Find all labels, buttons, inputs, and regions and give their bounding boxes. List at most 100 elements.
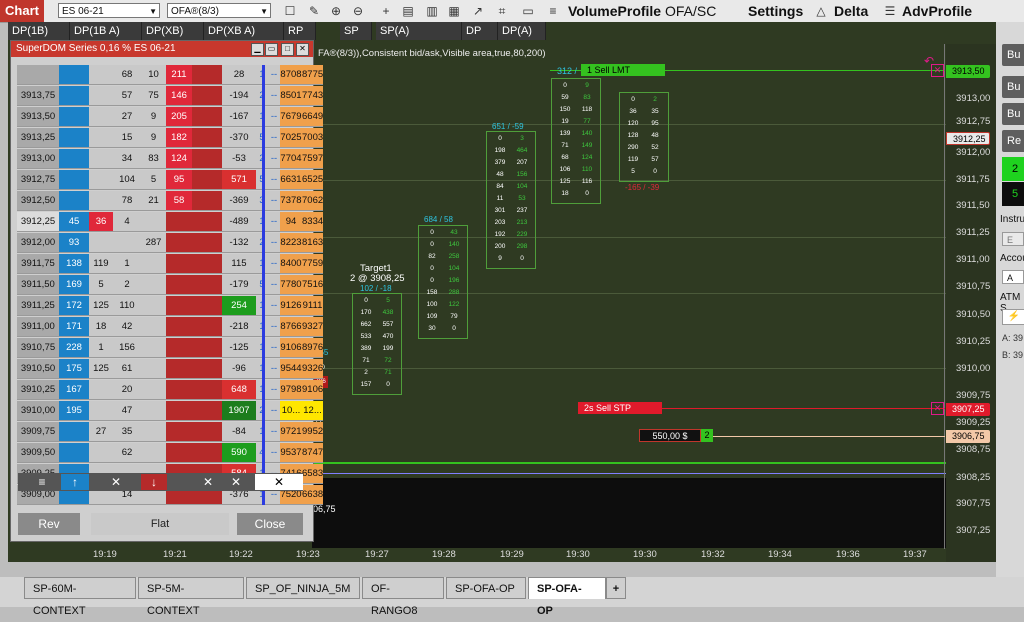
zoom-in-icon[interactable]: ⊕ xyxy=(328,3,344,19)
superdom-cell-sell[interactable]: 182 xyxy=(166,128,192,148)
delta-button[interactable]: Delta xyxy=(834,2,868,20)
superdom-cell-buy[interactable] xyxy=(59,128,89,148)
superdom-cell-blank[interactable] xyxy=(192,443,222,463)
superdom-cell-buy[interactable] xyxy=(59,170,89,190)
superdom-cell-buy[interactable]: 169 xyxy=(59,275,89,295)
superdom-cell-sell[interactable] xyxy=(166,212,192,232)
superdom-row[interactable]: 3911,251721251102541--91269111 xyxy=(17,296,323,317)
tab-sp-ofa-op[interactable]: SP-OFA-OP xyxy=(446,577,526,599)
superdom-row[interactable]: 3912,0093287-1322--82238163 xyxy=(17,233,323,254)
crosshair-icon[interactable]: + xyxy=(378,3,394,19)
minimize-icon[interactable]: ▁ xyxy=(251,43,264,56)
flatten-button[interactable]: Flat xyxy=(91,513,229,535)
superdom-cell-buy[interactable]: 175 xyxy=(59,359,89,379)
superdom-cell-buy[interactable] xyxy=(59,107,89,127)
sell-lmt-tag[interactable]: 1 Sell LMT xyxy=(581,64,665,76)
maximize-icon[interactable]: □ xyxy=(281,43,294,56)
superdom-cell-sell[interactable] xyxy=(166,380,192,400)
account-select[interactable]: A xyxy=(1002,270,1024,284)
cancel-all-icon[interactable]: ✕ xyxy=(223,474,249,490)
reverse-button[interactable]: Re xyxy=(1002,130,1024,152)
superdom-cell-blank[interactable] xyxy=(192,359,222,379)
restore-icon[interactable]: ▭ xyxy=(265,43,278,56)
superdom-cell-blank[interactable] xyxy=(192,212,222,232)
superdom-cell-sell[interactable] xyxy=(166,275,192,295)
superdom-cell-buy[interactable] xyxy=(59,443,89,463)
indicators-icon[interactable]: ↗ xyxy=(470,3,486,19)
superdom-row[interactable]: 3910,25167206481--97989106 xyxy=(17,380,323,401)
superdom-cell-sell[interactable] xyxy=(166,233,192,253)
close-button[interactable]: Close xyxy=(237,513,303,535)
strategies-icon[interactable]: ⌗ xyxy=(494,3,510,19)
close-icon[interactable]: ✕ xyxy=(296,43,309,56)
superdom-row[interactable]: 3909,752735-841--97219952 xyxy=(17,422,323,443)
tab-sp-ofa-op-active[interactable]: SP-OFA-OP xyxy=(528,577,606,617)
bar-type-select[interactable]: OFA®(8/3) ▼ xyxy=(167,3,271,18)
superdom-row[interactable]: 3910,752281156-1251--91068976 xyxy=(17,338,323,359)
superdom-cell-sell[interactable] xyxy=(166,359,192,379)
menu-icon[interactable]: ≡ xyxy=(23,474,61,490)
buy-button[interactable]: Bu xyxy=(1002,76,1024,98)
superdom-row[interactable]: 3912,751045955715--66316525 xyxy=(17,170,323,191)
subtab-dpxb-a[interactable]: DP(XB A) xyxy=(204,22,284,40)
superdom-cell-blank[interactable] xyxy=(192,191,222,211)
superdom-cell-buy[interactable]: 195 xyxy=(59,401,89,421)
subtab-dp[interactable]: DP xyxy=(462,22,498,40)
superdom-cell-buy[interactable]: 167 xyxy=(59,380,89,400)
arrow-up-icon[interactable]: ↑ xyxy=(61,474,89,490)
add-tab-button[interactable]: + xyxy=(606,577,626,599)
subtab-dp1b[interactable]: DP(1B) xyxy=(8,22,70,40)
bar-chart-icon[interactable]: ▦ xyxy=(446,3,462,19)
tab-of-rango8[interactable]: OF-RANGO8 xyxy=(362,577,444,617)
superdom-cell-buy[interactable] xyxy=(59,191,89,211)
superdom-cell-sell[interactable] xyxy=(166,422,192,442)
superdom-cell-blank[interactable] xyxy=(192,380,222,400)
superdom-row[interactable]: 3911,5016952-1795--77807516 xyxy=(17,275,323,296)
tab-sp-60m-context[interactable]: SP-60M-CONTEXT xyxy=(24,577,136,617)
subtab-rp[interactable]: RP xyxy=(284,22,316,40)
select-icon[interactable]: ☐ xyxy=(282,3,298,19)
superdom-cell-blank[interactable] xyxy=(192,338,222,358)
properties-icon[interactable]: ▤ xyxy=(400,3,416,19)
superdom-cell-buy[interactable] xyxy=(59,422,89,442)
chart-title-tab[interactable]: Chart xyxy=(0,0,44,22)
superdom-cell-blank[interactable] xyxy=(192,149,222,169)
superdom-cell-blank[interactable] xyxy=(192,296,222,316)
superdom-row[interactable]: 3911,7513811911151--84007759 xyxy=(17,254,323,275)
subtab-dp-a[interactable]: DP(A) xyxy=(498,22,546,40)
superdom-row[interactable]: 3909,50625904--95378747 xyxy=(17,443,323,464)
superdom-cell-sell[interactable]: 95 xyxy=(166,170,192,190)
superdom-cell-blank[interactable] xyxy=(192,422,222,442)
superdom-cell-blank[interactable] xyxy=(192,233,222,253)
superdom-cell-blank[interactable] xyxy=(192,86,222,106)
superdom-cell-blank[interactable] xyxy=(192,401,222,421)
buy-button[interactable]: Bu xyxy=(1002,103,1024,125)
reverse-button[interactable]: Rev xyxy=(18,513,80,535)
superdom-cell-blank[interactable] xyxy=(192,170,222,190)
tab-sp-5m-context[interactable]: SP-5M-CONTEXT xyxy=(138,577,244,617)
data-box-icon[interactable]: ▭ xyxy=(520,3,536,19)
superdom-cell-sell[interactable] xyxy=(166,443,192,463)
ofa-sc-button[interactable]: OFA/SC xyxy=(665,2,716,20)
lightning-icon[interactable]: ⚡ xyxy=(1002,309,1024,325)
subtab-dpxb[interactable]: DP(XB) xyxy=(142,22,204,40)
superdom-cell-buy[interactable]: 138 xyxy=(59,254,89,274)
superdom-row[interactable]: 3910,001954719072--10...12... xyxy=(17,401,323,422)
superdom-cell-sell[interactable] xyxy=(166,254,192,274)
superdom-row[interactable]: 3913,003483124-532--77047597 xyxy=(17,149,323,170)
superdom-cell-sell[interactable] xyxy=(166,401,192,421)
superdom-row[interactable]: 3913,50279205-1671--76796649 xyxy=(17,107,323,128)
superdom-cell-buy[interactable]: 171 xyxy=(59,317,89,337)
superdom-cell-buy[interactable]: 172 xyxy=(59,296,89,316)
superdom-cell-blank[interactable] xyxy=(192,107,222,127)
superdom-row[interactable]: 3913,25159182-3705--70257003 xyxy=(17,128,323,149)
cancel-buy-icon[interactable]: ✕ xyxy=(91,474,141,490)
superdom-cell-sell[interactable]: 205 xyxy=(166,107,192,127)
superdom-row[interactable]: 3912,50782158-3693--73787062 xyxy=(17,191,323,212)
subtab-sp-a[interactable]: SP(A) xyxy=(376,22,462,40)
superdom-row[interactable]: 3910,5017512561-961--95449326 xyxy=(17,359,323,380)
superdom-row[interactable]: 3911,001711842-2181--87669327 xyxy=(17,317,323,338)
buy-button[interactable]: Bu xyxy=(1002,44,1024,66)
superdom-cell-sell[interactable] xyxy=(166,338,192,358)
settings-button[interactable]: Settings xyxy=(748,2,803,20)
